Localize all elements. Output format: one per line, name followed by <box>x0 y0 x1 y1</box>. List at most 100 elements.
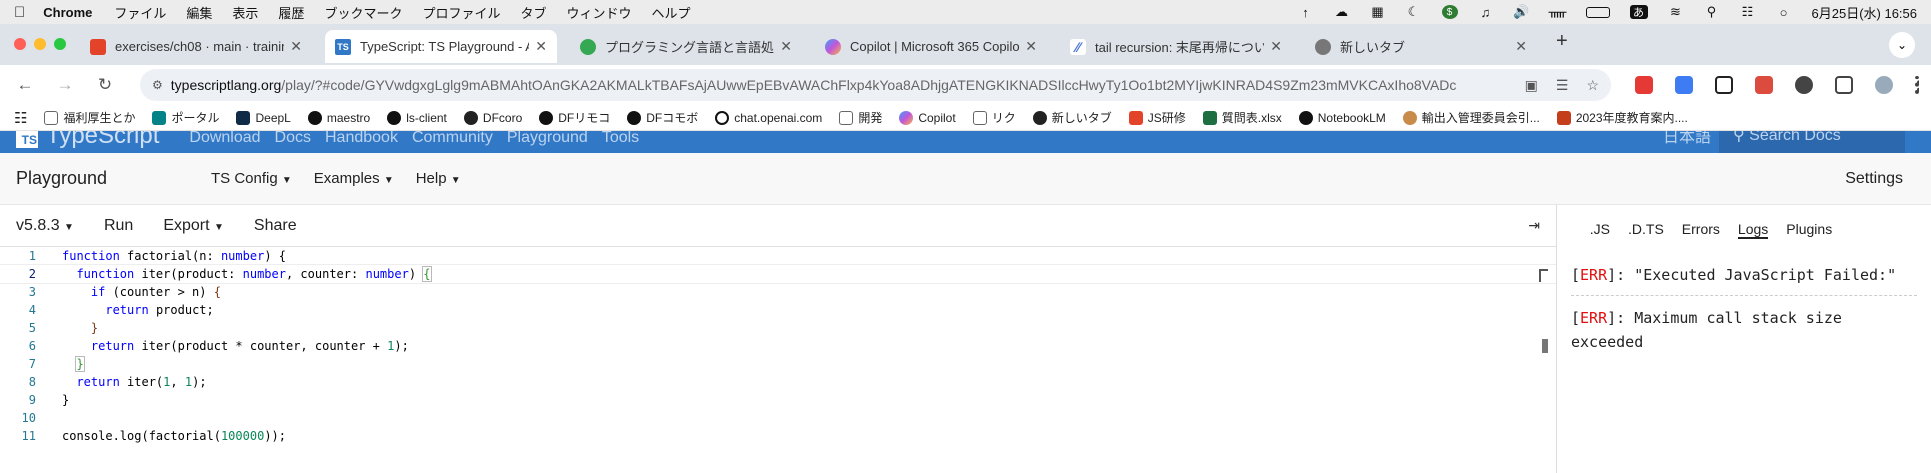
tab-programming-languages[interactable]: プログラミング言語と言語処理系 ✕ <box>570 30 802 63</box>
chrome-menu-icon[interactable] <box>1915 76 1919 94</box>
bookmark-dfcoro[interactable]: DFcoro <box>463 110 522 125</box>
bookmark-star-icon[interactable]: ☆ <box>1586 77 1599 94</box>
version-select[interactable]: v5.8.3 ▼ <box>16 217 74 235</box>
battery-icon[interactable] <box>1585 6 1610 18</box>
bookmark-notebooklm[interactable]: NotebookLM <box>1298 110 1386 125</box>
siri-icon[interactable]: ○ <box>1776 5 1792 20</box>
tab-copilot[interactable]: Copilot | Microsoft 365 Copilot ✕ <box>815 30 1047 63</box>
menu-help[interactable]: ヘルプ <box>652 3 691 22</box>
tab-errors[interactable]: Errors <box>1682 221 1720 239</box>
tab-tail-recursion[interactable]: ∕∕ tail recursion: 末尾再帰について ✕ <box>1060 30 1292 63</box>
extension-x-icon[interactable] <box>1715 76 1733 94</box>
address-bar[interactable]: ⚙ typescriptlang.org/play/?#code/GYVwdgx… <box>140 69 1611 101</box>
input-mode-indicator[interactable]: あ <box>1629 5 1648 19</box>
bookmark-export-committee[interactable]: 輸出入管理委員会引... <box>1402 109 1540 126</box>
search-icon[interactable]: ⚲ <box>1704 4 1720 19</box>
control-center-icon[interactable]: ☷ <box>1740 4 1756 19</box>
new-tab-plus-icon[interactable]: + <box>1556 30 1568 59</box>
reload-icon[interactable]: ↻ <box>92 75 118 95</box>
clock[interactable]: 6月25日(水) 16:56 <box>1812 3 1918 22</box>
volume-icon[interactable]: 🔊 <box>1513 4 1529 19</box>
nav-community[interactable]: Community <box>412 131 493 147</box>
menu-view[interactable]: 表示 <box>232 3 258 22</box>
search-docs-input[interactable]: ⚲ Search Docs <box>1719 131 1905 153</box>
bookmark-js-training[interactable]: JS研修 <box>1128 109 1186 126</box>
bookmark-deepl[interactable]: DeepL <box>236 110 291 125</box>
moon-icon[interactable]: ☾ <box>1406 4 1422 19</box>
close-tab-icon[interactable]: ✕ <box>1025 38 1037 55</box>
install-app-icon[interactable]: ▣ <box>1525 77 1538 94</box>
bookmark-folder-welfare[interactable]: 福利厚生とか <box>44 109 135 126</box>
forward-arrow-icon[interactable]: → <box>52 75 78 95</box>
bluetooth-icon[interactable]: ᚅ <box>1549 4 1567 19</box>
nav-playground[interactable]: Playground <box>507 131 588 147</box>
help-dropdown[interactable]: Help ▼ <box>416 170 461 187</box>
tab-js[interactable]: .JS <box>1590 221 1610 239</box>
nav-download[interactable]: Download <box>189 131 260 147</box>
bookmark-question-sheet[interactable]: 質問表.xlsx <box>1202 109 1282 126</box>
app-menu-chrome[interactable]: Chrome <box>43 5 92 20</box>
tab-gitlab-exercises[interactable]: exercises/ch08 · main · training ✕ <box>80 30 312 63</box>
minimize-window-button[interactable] <box>34 38 46 50</box>
money-app-icon[interactable]: $ <box>1441 5 1458 19</box>
bookmark-new-tab[interactable]: 新しいタブ <box>1032 109 1112 126</box>
profile-avatar[interactable] <box>1875 76 1893 94</box>
bookmark-df-remote[interactable]: DFリモコ <box>539 109 610 126</box>
close-tab-icon[interactable]: ✕ <box>290 38 302 55</box>
close-window-button[interactable] <box>14 38 26 50</box>
settings-link[interactable]: Settings <box>1845 170 1903 188</box>
extension-blue-bolt-icon[interactable] <box>1675 76 1693 94</box>
ts-config-dropdown[interactable]: TS Config ▼ <box>211 170 292 187</box>
bookmark-education-2023[interactable]: 2023年度教育案内.... <box>1556 109 1688 126</box>
upload-arrow-icon[interactable]: ↑ <box>1298 5 1314 20</box>
export-dropdown[interactable]: Export ▼ <box>163 217 224 235</box>
typescript-logo[interactable]: TS TypeScript <box>16 131 159 150</box>
menu-history[interactable]: 履歴 <box>278 3 304 22</box>
menu-file[interactable]: ファイル <box>114 3 166 22</box>
menu-window[interactable]: ウィンドウ <box>566 3 631 22</box>
tab-typescript-playground[interactable]: TS TypeScript: TS Playground - A ✕ <box>325 30 557 63</box>
apple-menu-icon[interactable]:  <box>14 4 25 21</box>
run-button[interactable]: Run <box>104 217 133 235</box>
close-tab-icon[interactable]: ✕ <box>1270 38 1282 55</box>
translate-icon[interactable]: ☰ <box>1556 77 1569 94</box>
bookmark-folder-riku[interactable]: リク <box>972 109 1016 126</box>
apps-grid-icon[interactable]: ☷ <box>14 109 27 127</box>
menu-bookmarks[interactable]: ブックマーク <box>324 3 402 22</box>
url-text[interactable]: typescriptlang.org/play/?#code/GYVwdgxgL… <box>171 77 1507 93</box>
bookmark-maestro[interactable]: maestro <box>307 110 370 125</box>
music-icon[interactable]: ♫ <box>1478 5 1494 20</box>
tab-logs[interactable]: Logs <box>1737 221 1769 239</box>
wifi-icon[interactable]: ≋ <box>1668 4 1684 19</box>
tab-plugins[interactable]: Plugins <box>1786 221 1832 239</box>
bookmark-ls-client[interactable]: ls-client <box>387 110 447 125</box>
nav-docs[interactable]: Docs <box>275 131 311 147</box>
site-info-icon[interactable]: ⚙ <box>152 78 163 92</box>
minimap-marker-icon[interactable] <box>1539 269 1548 282</box>
cloud-icon[interactable]: ☁ <box>1334 4 1350 19</box>
tab-new-tab[interactable]: 新しいタブ ✕ <box>1305 30 1537 63</box>
bookmark-portal[interactable]: ポータル <box>152 109 219 126</box>
bookmark-chatgpt[interactable]: chat.openai.com <box>715 110 822 125</box>
extension-todoist-icon[interactable] <box>1755 76 1773 94</box>
code-editor[interactable]: 1 function factorial(n: number) { 2 funct… <box>0 247 1557 473</box>
nav-tools[interactable]: Tools <box>602 131 639 147</box>
close-tab-icon[interactable]: ✕ <box>1515 38 1527 55</box>
extension-circle-icon[interactable] <box>1795 76 1813 94</box>
menu-edit[interactable]: 編集 <box>186 3 212 22</box>
share-button[interactable]: Share <box>254 217 297 235</box>
nav-handbook[interactable]: Handbook <box>325 131 398 147</box>
menu-profiles[interactable]: プロファイル <box>422 3 500 22</box>
bookmark-df-comobo[interactable]: DFコモボ <box>627 109 698 126</box>
tab-search-chevron-icon[interactable]: ⌄ <box>1889 32 1915 58</box>
language-switcher[interactable]: 日本語 <box>1663 131 1711 147</box>
bookmark-folder-dev[interactable]: 開発 <box>839 109 882 126</box>
tab-dts[interactable]: .D.TS <box>1628 221 1664 239</box>
clipboard-icon[interactable]: ▦ <box>1370 4 1386 19</box>
back-arrow-icon[interactable]: ← <box>12 75 38 95</box>
fullscreen-window-button[interactable] <box>54 38 66 50</box>
extensions-puzzle-icon[interactable] <box>1835 76 1853 94</box>
bookmark-copilot[interactable]: Copilot <box>899 110 956 125</box>
editor-scrollbar[interactable] <box>1542 339 1548 353</box>
close-tab-icon[interactable]: ✕ <box>535 38 547 55</box>
